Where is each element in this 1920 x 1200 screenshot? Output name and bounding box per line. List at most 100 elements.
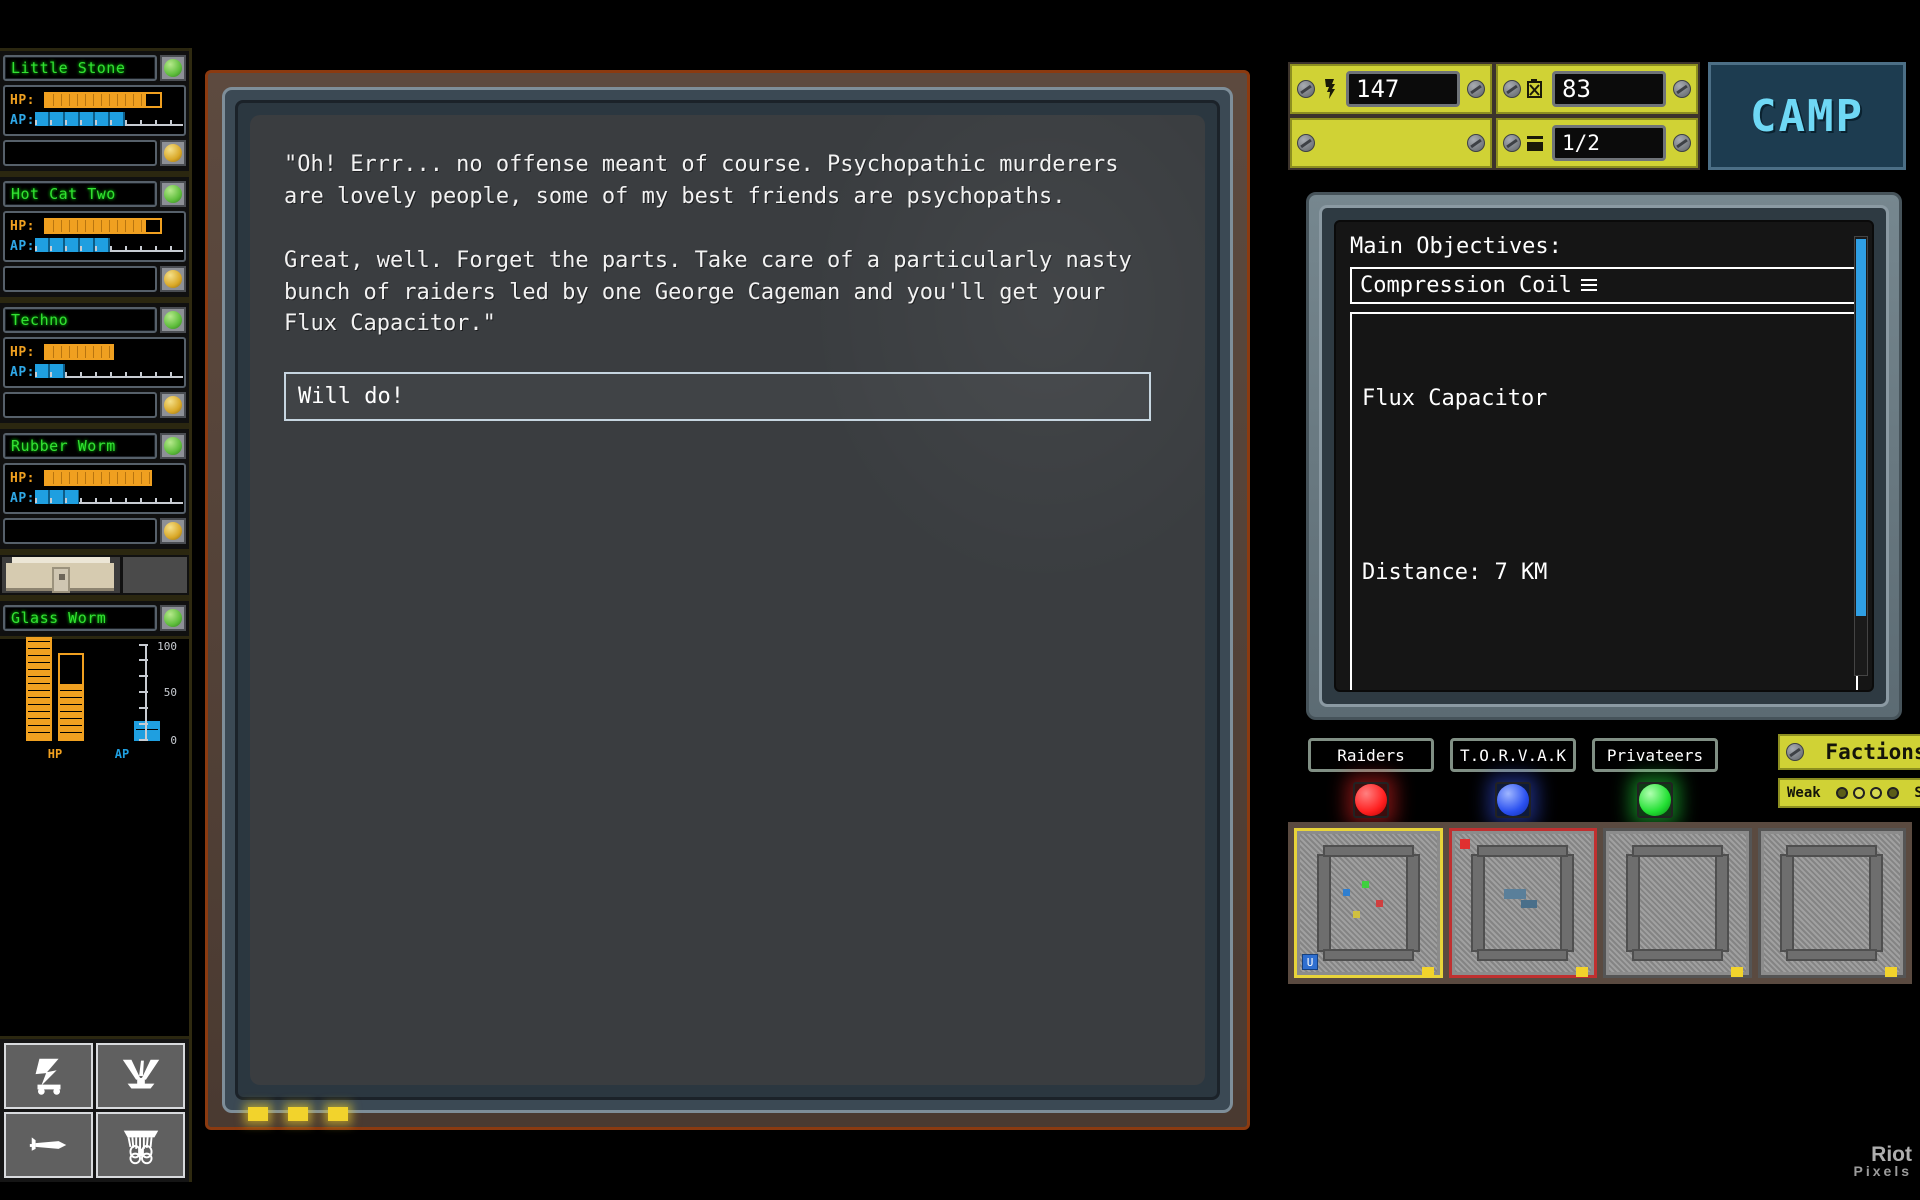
ap-bar (34, 490, 183, 506)
objective-detail-name: Flux Capacitor (1362, 385, 1548, 411)
ap-line: AP: (10, 490, 183, 506)
unit-status-orb-holder[interactable] (160, 55, 186, 81)
unit-card[interactable]: Hot Cat Two HP: AP: (0, 174, 189, 300)
faction-raiders[interactable]: Raiders (1308, 738, 1434, 818)
objectives-title: Main Objectives: (1350, 234, 1562, 259)
faction-torvak[interactable]: T.O.R.V.A.K (1450, 738, 1576, 818)
objectives-screen: Main Objectives: Compression Coil Flux C… (1334, 220, 1874, 692)
item-slot[interactable] (3, 518, 157, 544)
faction-name: T.O.R.V.A.K (1460, 745, 1566, 765)
unit-name: Glass Worm (11, 609, 107, 627)
ap-label: AP: (10, 238, 35, 254)
resource-bar: 147 83 1/2 (1288, 62, 1700, 170)
unit-card[interactable]: Little Stone HP: AP: (0, 48, 189, 174)
fuel-readout: 83 (1552, 71, 1666, 107)
faction-privateers[interactable]: Privateers (1592, 738, 1718, 818)
ap-bar (34, 112, 183, 128)
ability-blast-mine[interactable] (96, 1043, 185, 1109)
blast-mine-icon (122, 1059, 159, 1089)
chart-ytick-0: 0 (170, 734, 177, 747)
objective-detail-distance: Distance: 7 KM (1362, 559, 1548, 585)
ability-lightning-car[interactable] (4, 1043, 93, 1109)
hp-label: HP: (10, 218, 35, 234)
crate-value: 1/2 (1562, 131, 1600, 155)
ap-line: AP: (10, 364, 183, 380)
unit-status-orb-holder[interactable] (160, 433, 186, 459)
factions-header-box: Factions Weak Strong (1778, 734, 1920, 808)
unit-name: Techno (11, 311, 69, 329)
watermark-line1: Riot (1871, 1142, 1912, 1166)
unit-card[interactable]: Rubber Worm HP: AP: (0, 426, 189, 552)
unit-status-orb-holder[interactable] (160, 181, 186, 207)
camp-button[interactable]: CAMP (1708, 62, 1906, 170)
unit-status-orb-holder[interactable] (160, 307, 186, 333)
objectives-panel: Main Objectives: Compression Coil Flux C… (1306, 192, 1902, 720)
map-thumbnail-1[interactable]: U (1294, 828, 1443, 978)
objective-chip-label: Compression Coil (1360, 273, 1572, 298)
faction-strength-meter: Weak Strong (1778, 778, 1920, 808)
ap-line: AP: (10, 112, 183, 128)
water-value: 147 (1356, 75, 1400, 103)
objective-detail: Flux Capacitor Distance: 7 KM A local pr… (1350, 312, 1858, 690)
resource-empty[interactable] (1290, 118, 1492, 168)
item-slot[interactable] (3, 266, 157, 292)
ability-spike-trap[interactable] (96, 1112, 185, 1178)
ability-grid (0, 1036, 189, 1182)
selected-unit-card[interactable]: Glass Worm (0, 598, 189, 636)
unit-item-slots[interactable] (3, 518, 186, 544)
chart-bar-hp-current (58, 653, 84, 741)
screw-icon (1297, 80, 1315, 98)
strength-dot (1836, 787, 1849, 799)
objectives-bezel: Main Objectives: Compression Coil Flux C… (1319, 205, 1889, 707)
faction-name-plate: Privateers (1592, 738, 1718, 772)
unit-action-orb-holder[interactable] (160, 140, 186, 166)
unit-item-slots[interactable] (3, 266, 186, 292)
watermark-line2: Pixels (1853, 1162, 1912, 1179)
indicator-light (248, 1107, 268, 1121)
ap-bar (34, 364, 183, 380)
unit-item-slots[interactable] (3, 392, 186, 418)
unit-header: Techno (3, 307, 186, 333)
map-thumbnail-3[interactable] (1603, 828, 1752, 978)
resource-fuel[interactable]: 83 (1496, 64, 1698, 114)
water-readout: 147 (1346, 71, 1460, 107)
ability-missile[interactable] (4, 1112, 93, 1178)
resource-water[interactable]: 147 (1290, 64, 1492, 114)
objectives-scrollbar[interactable] (1854, 236, 1868, 676)
dialog-choice-option[interactable]: Will do! (284, 372, 1151, 422)
strength-strong-label: Strong (1914, 785, 1920, 801)
map-thumbnail-2[interactable] (1448, 828, 1597, 978)
unit-status-orb-holder[interactable] (160, 605, 186, 631)
unit-action-orb-holder[interactable] (160, 392, 186, 418)
chart-plot-area: HP AP 0 50 100 (8, 637, 181, 763)
unit-item-slots[interactable] (3, 140, 186, 166)
strength-weak-label: Weak (1787, 785, 1821, 801)
unit-card[interactable]: Techno HP: AP: (0, 300, 189, 426)
hp-bar (44, 344, 180, 360)
factions-title-bar[interactable]: Factions (1778, 734, 1920, 770)
resource-crates[interactable]: 1/2 (1496, 118, 1698, 168)
item-slot[interactable] (3, 140, 157, 166)
map-thumbnail-4[interactable] (1757, 828, 1906, 978)
faction-light-icon (1495, 782, 1531, 818)
objectives-scroll-thumb[interactable] (1856, 239, 1866, 616)
hp-line: HP: (10, 92, 180, 108)
hp-bar (44, 92, 180, 108)
dialog-window: "Oh! Errr... no offense meant of course.… (205, 70, 1250, 1130)
unit-header: Little Stone (3, 55, 186, 81)
ap-bar (34, 238, 183, 254)
game-screen: Little Stone HP: AP: Hot Cat Two HP: AP:… (0, 0, 1920, 1200)
map-thumbnail-strip: U (1288, 822, 1912, 984)
vehicle-preview[interactable] (0, 552, 189, 598)
dialog-screen: "Oh! Errr... no offense meant of course.… (250, 115, 1205, 1085)
unit-action-orb-holder[interactable] (160, 266, 186, 292)
strength-dot (1887, 787, 1900, 799)
item-slot[interactable] (3, 392, 157, 418)
objective-active-chip[interactable]: Compression Coil (1350, 267, 1858, 304)
dialog-indicator-lights (248, 1107, 348, 1121)
faction-name-plate: Raiders (1308, 738, 1434, 772)
vehicle-slot-empty[interactable] (123, 557, 187, 593)
unit-action-orb-holder[interactable] (160, 518, 186, 544)
unit-stat-chart: HP AP 0 50 100 (0, 636, 189, 1036)
map-led-icon (1730, 967, 1743, 977)
